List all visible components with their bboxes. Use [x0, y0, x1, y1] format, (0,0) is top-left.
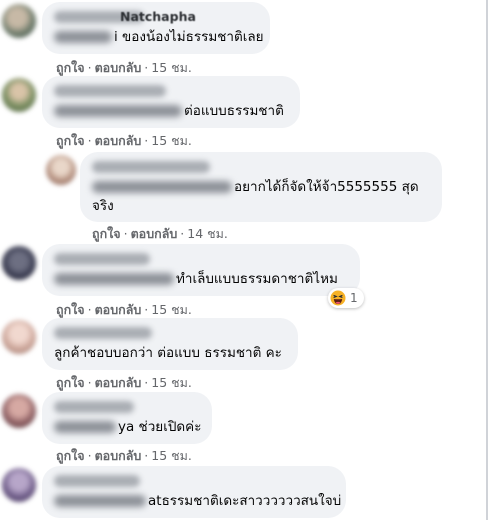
like-button[interactable]: ถูกใจ	[56, 302, 85, 317]
redacted-text	[54, 31, 112, 43]
comment-actions: ถูกใจ · ตอบกลับ · 14 ชม.	[92, 224, 228, 244]
avatar[interactable]	[2, 4, 36, 38]
timestamp[interactable]: 15 ชม.	[151, 60, 192, 75]
separator: ·	[87, 133, 92, 148]
separator: ·	[87, 375, 92, 390]
redacted-text	[54, 495, 146, 507]
comment-text: atธรรมชาติเดะสาววววววสนใจบ่	[148, 493, 342, 509]
avatar[interactable]	[2, 78, 36, 112]
separator: ·	[87, 302, 92, 317]
reply-button[interactable]: ตอบกลับ	[95, 133, 142, 148]
redacted-text	[54, 421, 116, 433]
commenter-name[interactable]	[54, 253, 150, 265]
reaction-count: 1	[350, 291, 358, 305]
comment-text: อยากได้ก็จัดให้จ้า5555555 สุด	[234, 179, 419, 195]
avatar[interactable]	[46, 155, 76, 185]
window-edge	[486, 0, 488, 520]
reply-button[interactable]: ตอบกลับ	[95, 448, 142, 463]
comment-bubble: อยากได้ก็จัดให้จ้า5555555 สุด จริง	[80, 152, 442, 222]
commenter-name[interactable]	[92, 161, 210, 173]
redacted-text	[54, 273, 174, 285]
separator: ·	[144, 375, 149, 390]
timestamp[interactable]: 15 ชม.	[151, 302, 192, 317]
comment-text-line-2: จริง	[92, 198, 114, 214]
comment-text: i ของน้องไม่ธรรมชาติเลย	[114, 29, 264, 45]
comment-bubble: ทำเล็บแบบธรรมดาชาติไหม	[42, 244, 360, 296]
avatar[interactable]	[2, 246, 36, 280]
comment-actions: ถูกใจ · ตอบกลับ · 15 ชม.	[56, 300, 192, 320]
comment-actions: ถูกใจ · ตอบกลับ · 15 ชม.	[56, 373, 192, 393]
avatar[interactable]	[2, 320, 36, 354]
comment-bubble: ลูกค้าชอบบอกว่า ต่อแบบ ธรรมชาติ คะ	[42, 318, 298, 370]
reply-button[interactable]: ตอบกลับ	[95, 302, 142, 317]
commenter-name[interactable]	[54, 401, 134, 413]
like-button[interactable]: ถูกใจ	[56, 375, 85, 390]
comment-text: ya ช่วยเปิดค่ะ	[118, 419, 202, 435]
separator: ·	[87, 448, 92, 463]
timestamp[interactable]: 14 ชม.	[187, 226, 228, 241]
separator: ·	[123, 226, 128, 241]
like-button[interactable]: ถูกใจ	[56, 448, 85, 463]
comment-text: ลูกค้าชอบบอกว่า ต่อแบบ ธรรมชาติ คะ	[54, 345, 282, 361]
like-button[interactable]: ถูกใจ	[56, 60, 85, 75]
commenter-name[interactable]	[54, 85, 166, 97]
redacted-text	[92, 181, 232, 193]
comment-actions: ถูกใจ · ตอบกลับ · 15 ชม.	[56, 131, 192, 151]
timestamp[interactable]: 15 ชม.	[151, 375, 192, 390]
separator: ·	[180, 226, 185, 241]
separator: ·	[144, 133, 149, 148]
reaction-badge[interactable]: 1	[328, 288, 364, 308]
comment-actions: ถูกใจ · ตอบกลับ · 15 ชม.	[56, 446, 192, 466]
avatar[interactable]	[2, 394, 36, 428]
commenter-name[interactable]	[54, 327, 152, 339]
separator: ·	[144, 448, 149, 463]
separator: ·	[87, 60, 92, 75]
comment-bubble: ต่อแบบธรรมชาติ	[42, 76, 300, 128]
comment-text: ต่อแบบธรรมชาติ	[184, 103, 284, 119]
commenter-name[interactable]	[54, 475, 140, 487]
timestamp[interactable]: 15 ชม.	[151, 448, 192, 463]
timestamp[interactable]: 15 ชม.	[151, 133, 192, 148]
haha-emoji-icon	[330, 290, 346, 306]
avatar[interactable]	[2, 468, 36, 502]
reply-button[interactable]: ตอบกลับ	[95, 60, 142, 75]
like-button[interactable]: ถูกใจ	[92, 226, 121, 241]
reply-button[interactable]: ตอบกลับ	[95, 375, 142, 390]
comment-bubble: atธรรมชาติเดะสาววววววสนใจบ่	[42, 466, 346, 518]
reply-button[interactable]: ตอบกลับ	[131, 226, 178, 241]
comment-bubble: ya ช่วยเปิดค่ะ	[42, 392, 212, 444]
like-button[interactable]: ถูกใจ	[56, 133, 85, 148]
redacted-text	[54, 105, 182, 117]
comment-actions: ถูกใจ · ตอบกลับ · 15 ชม.	[56, 58, 192, 78]
commenter-name-partial[interactable]: Natchapha	[120, 9, 196, 24]
separator: ·	[144, 302, 149, 317]
separator: ·	[144, 60, 149, 75]
comment-text: ทำเล็บแบบธรรมดาชาติไหม	[176, 271, 338, 287]
